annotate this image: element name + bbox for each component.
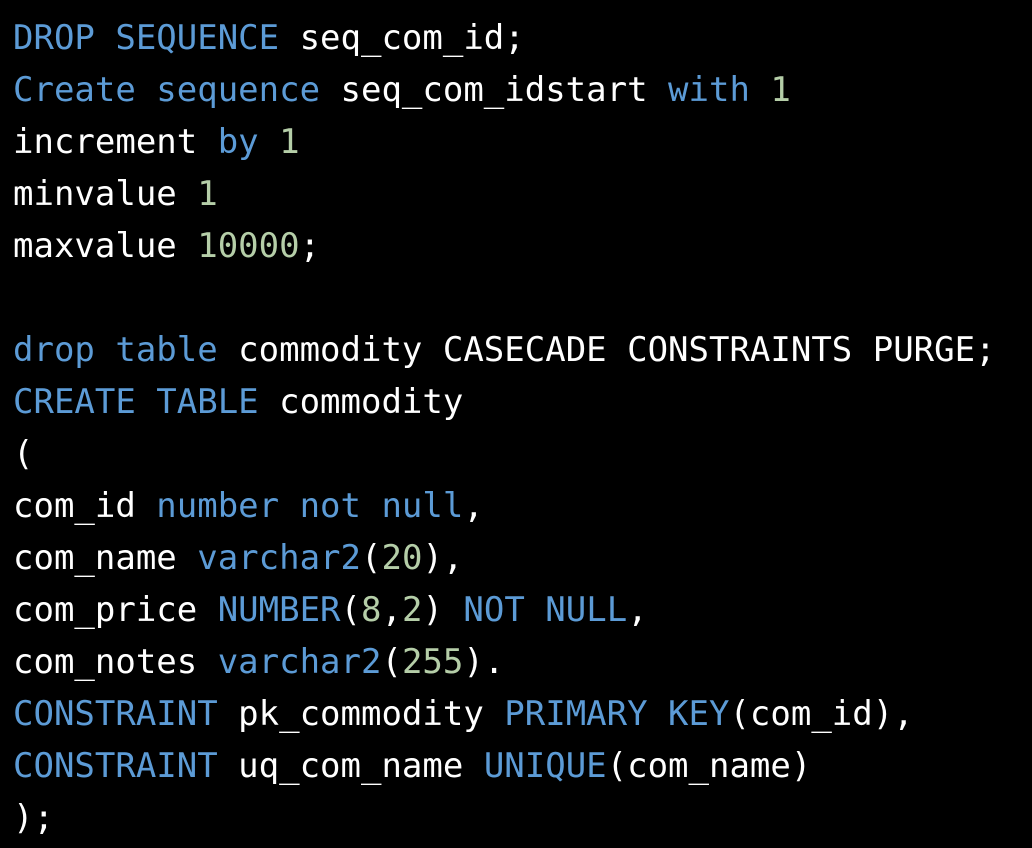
keyword-token: varchar2 [197, 538, 361, 578]
keyword-token: CREATE TABLE [13, 382, 259, 422]
code-line[interactable]: DROP SEQUENCE seq_com_id; [13, 12, 1032, 64]
text-token: pk_commodity [217, 694, 505, 734]
text-token: ; [299, 226, 321, 266]
code-line[interactable]: com_price NUMBER(8,2) NOT NULL, [13, 584, 1032, 636]
keyword-token: number not null [156, 486, 464, 526]
code-line[interactable]: minvalue 1 [13, 168, 1032, 220]
text-token: seq_com_id; [279, 18, 525, 58]
number-token: 1 [770, 70, 791, 110]
text-token: ( [13, 434, 34, 474]
text-token: seq_com_idstart [320, 70, 669, 110]
text-token: uq_com_name [217, 746, 484, 786]
text-token: maxvalue [13, 226, 198, 266]
code-line[interactable]: Create sequence seq_com_idstart with 1 [13, 64, 1032, 116]
keyword-token: varchar2 [217, 642, 382, 682]
number-token: 20 [381, 538, 423, 578]
text-token: com_name [13, 538, 198, 578]
number-token: 255 [401, 642, 464, 682]
text-token: com_price [13, 590, 218, 630]
text-token: ). [463, 642, 505, 682]
text-token: commodity CASECADE CONSTRAINTS PURGE; [217, 330, 996, 370]
keyword-token: NUMBER [217, 590, 341, 630]
keyword-token: NOT NULL [463, 590, 628, 630]
code-line[interactable]: CONSTRAINT pk_commodity PRIMARY KEY(com_… [13, 688, 1032, 740]
text-token: (com_name) [606, 746, 812, 786]
text-token: , [381, 590, 402, 630]
keyword-token: CONSTRAINT [13, 694, 218, 734]
text-token: minvalue [13, 174, 198, 214]
code-line[interactable]: drop table commodity CASECADE CONSTRAINT… [13, 324, 1032, 376]
text-token: com_notes [13, 642, 218, 682]
code-line[interactable] [13, 272, 1032, 324]
text-token: ( [381, 642, 402, 682]
text-token: (com_id), [729, 694, 914, 734]
number-token: 10000 [197, 226, 300, 266]
code-line[interactable]: com_id number not null, [13, 480, 1032, 532]
text-token: com_id [13, 486, 157, 526]
code-line[interactable]: com_name varchar2(20), [13, 532, 1032, 584]
text-token: increment [13, 122, 218, 162]
text-token: ( [340, 590, 362, 630]
code-line[interactable]: com_notes varchar2(255). [13, 636, 1032, 688]
text-token: commodity [258, 382, 464, 422]
code-line[interactable]: CONSTRAINT uq_com_name UNIQUE(com_name) [13, 740, 1032, 792]
text-token: ) [422, 590, 464, 630]
code-line[interactable]: ); [13, 792, 1032, 844]
number-token: 8 [361, 590, 382, 630]
keyword-token: with [668, 70, 750, 110]
text-token: ), [422, 538, 464, 578]
keyword-token: DROP SEQUENCE [13, 18, 280, 58]
code-line[interactable]: ( [13, 428, 1032, 480]
keyword-token: drop table [13, 330, 218, 370]
text-token: ( [361, 538, 382, 578]
number-token: 1 [197, 174, 218, 214]
keyword-token: CONSTRAINT [13, 746, 218, 786]
number-token: 1 [279, 122, 300, 162]
text-token: , [627, 590, 648, 630]
code-line[interactable]: maxvalue 10000; [13, 220, 1032, 272]
text-token: , [463, 486, 484, 526]
text-token: ); [13, 798, 54, 838]
code-editor[interactable]: DROP SEQUENCE seq_com_id; Create sequence… [0, 0, 1032, 848]
code-line[interactable]: CREATE TABLE commodity [13, 376, 1032, 428]
keyword-token: Create sequence [13, 70, 321, 110]
keyword-token: UNIQUE [483, 746, 607, 786]
number-token: 2 [401, 590, 423, 630]
keyword-token: by [217, 122, 259, 162]
code-line[interactable]: increment by 1 [13, 116, 1032, 168]
keyword-token: PRIMARY KEY [504, 694, 730, 734]
